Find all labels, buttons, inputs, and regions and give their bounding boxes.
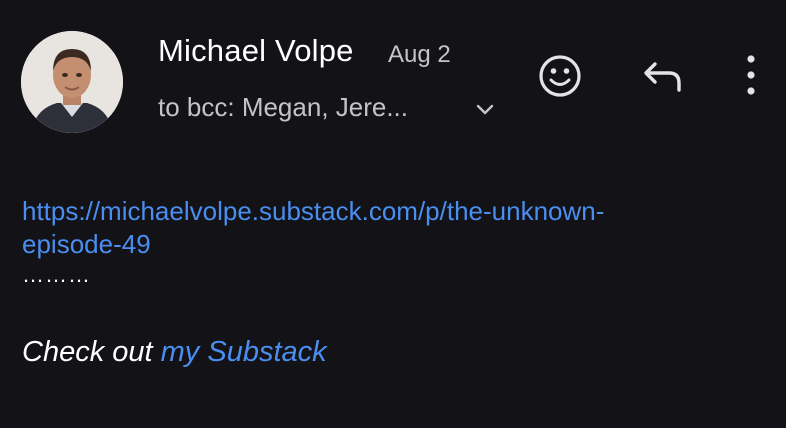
chevron-down-icon[interactable] — [472, 97, 498, 123]
signature-line: Check out my Substack — [22, 336, 327, 369]
more-vertical-icon[interactable] — [740, 52, 762, 98]
episode-link-line1: https://michaelvolpe.substack.com/p/the-… — [22, 196, 605, 226]
substack-link[interactable]: my Substack — [161, 336, 327, 368]
reply-icon[interactable] — [641, 56, 685, 96]
episode-link-line2: episode-49 — [22, 229, 151, 259]
signature-text: Check out — [22, 336, 161, 368]
avatar-photo — [21, 31, 123, 133]
separator-dots: ……… — [22, 262, 91, 287]
emoji-icon[interactable] — [536, 52, 584, 100]
message-date: Aug 2 — [388, 41, 451, 68]
episode-link[interactable]: https://michaelvolpe.substack.com/p/the-… — [22, 195, 722, 261]
sender-avatar[interactable] — [21, 31, 123, 133]
sender-name: Michael Volpe — [158, 33, 354, 68]
message-body: https://michaelvolpe.substack.com/p/the-… — [22, 195, 722, 291]
recipients-summary[interactable]: to bcc: Megan, Jere... — [158, 92, 408, 123]
